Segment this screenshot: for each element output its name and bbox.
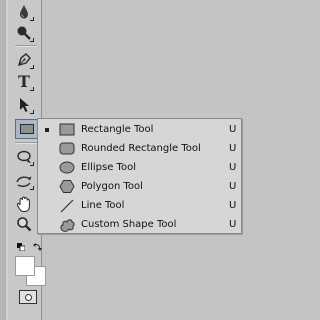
- tool-group-indicator: [30, 162, 34, 166]
- 3d-rotate-tool[interactable]: [11, 147, 37, 167]
- hand-icon: [16, 195, 30, 212]
- flyout-item-label: Line Tool: [81, 200, 125, 211]
- flyout-item-label: Rectangle Tool: [81, 124, 154, 135]
- swap-colors-icon[interactable]: [33, 242, 42, 251]
- flyout-item-label: Custom Shape Tool: [81, 219, 177, 230]
- arrow-cursor-icon: [20, 98, 29, 112]
- drop-icon: [20, 5, 28, 19]
- flyout-item-shortcut: U: [229, 181, 237, 192]
- flyout-item-shortcut: U: [229, 143, 237, 154]
- flyout-item-rounded-rectangle[interactable]: Rounded Rectangle Tool U: [38, 139, 241, 158]
- tool-group-indicator: [30, 87, 34, 91]
- custom-shape-icon: [60, 219, 75, 232]
- flyout-item-label: Ellipse Tool: [81, 162, 136, 173]
- flyout-item-polygon[interactable]: Polygon Tool U: [38, 177, 241, 196]
- flyout-item-label: Polygon Tool: [81, 181, 143, 192]
- dodge-tool[interactable]: [11, 23, 37, 43]
- rectangle-icon: [20, 124, 34, 134]
- flyout-item-shortcut: U: [229, 162, 237, 173]
- toolbar-separator: [15, 142, 37, 144]
- flyout-item-label: Rounded Rectangle Tool: [81, 143, 201, 154]
- 3d-orbit-tool[interactable]: [11, 171, 37, 191]
- zoom-tool[interactable]: [11, 214, 37, 234]
- flyout-item-line[interactable]: Line Tool U: [38, 196, 241, 215]
- pen-tool[interactable]: [11, 50, 37, 70]
- flyout-item-ellipse[interactable]: Ellipse Tool U: [38, 158, 241, 177]
- tool-group-indicator: [30, 17, 34, 21]
- type-icon: T: [18, 72, 30, 91]
- rounded-rectangle-icon: [59, 142, 75, 155]
- rectangle-tool[interactable]: [15, 119, 39, 139]
- tool-group-indicator: [30, 65, 34, 69]
- shape-tools-flyout: Rectangle Tool U Rounded Rectangle Tool …: [37, 118, 242, 234]
- flyout-item-rectangle[interactable]: Rectangle Tool U: [38, 120, 241, 139]
- path-selection-tool[interactable]: [11, 95, 37, 115]
- quick-mask-button[interactable]: [19, 290, 37, 304]
- foreground-color-swatch[interactable]: [15, 256, 35, 276]
- type-tool[interactable]: T: [11, 72, 37, 92]
- active-bullet: [45, 128, 49, 132]
- flyout-item-shortcut: U: [229, 219, 237, 230]
- blur-tool[interactable]: [11, 2, 37, 22]
- flyout-item-shortcut: U: [229, 200, 237, 211]
- tool-group-indicator: [30, 38, 34, 42]
- line-icon: [60, 199, 74, 213]
- default-colors-icon[interactable]: [17, 243, 25, 251]
- tool-group-indicator: [30, 186, 34, 190]
- hand-tool[interactable]: [11, 194, 37, 214]
- polygon-icon: [59, 180, 75, 193]
- flyout-item-custom-shape[interactable]: Custom Shape Tool U: [38, 215, 241, 234]
- panel-edge: [6, 0, 8, 320]
- tool-group-indicator: [30, 110, 34, 114]
- flyout-item-shortcut: U: [229, 124, 237, 135]
- toolbar-separator: [15, 45, 37, 47]
- magnifier-icon: [17, 217, 32, 232]
- ellipse-icon: [59, 161, 75, 174]
- rectangle-icon: [59, 123, 75, 136]
